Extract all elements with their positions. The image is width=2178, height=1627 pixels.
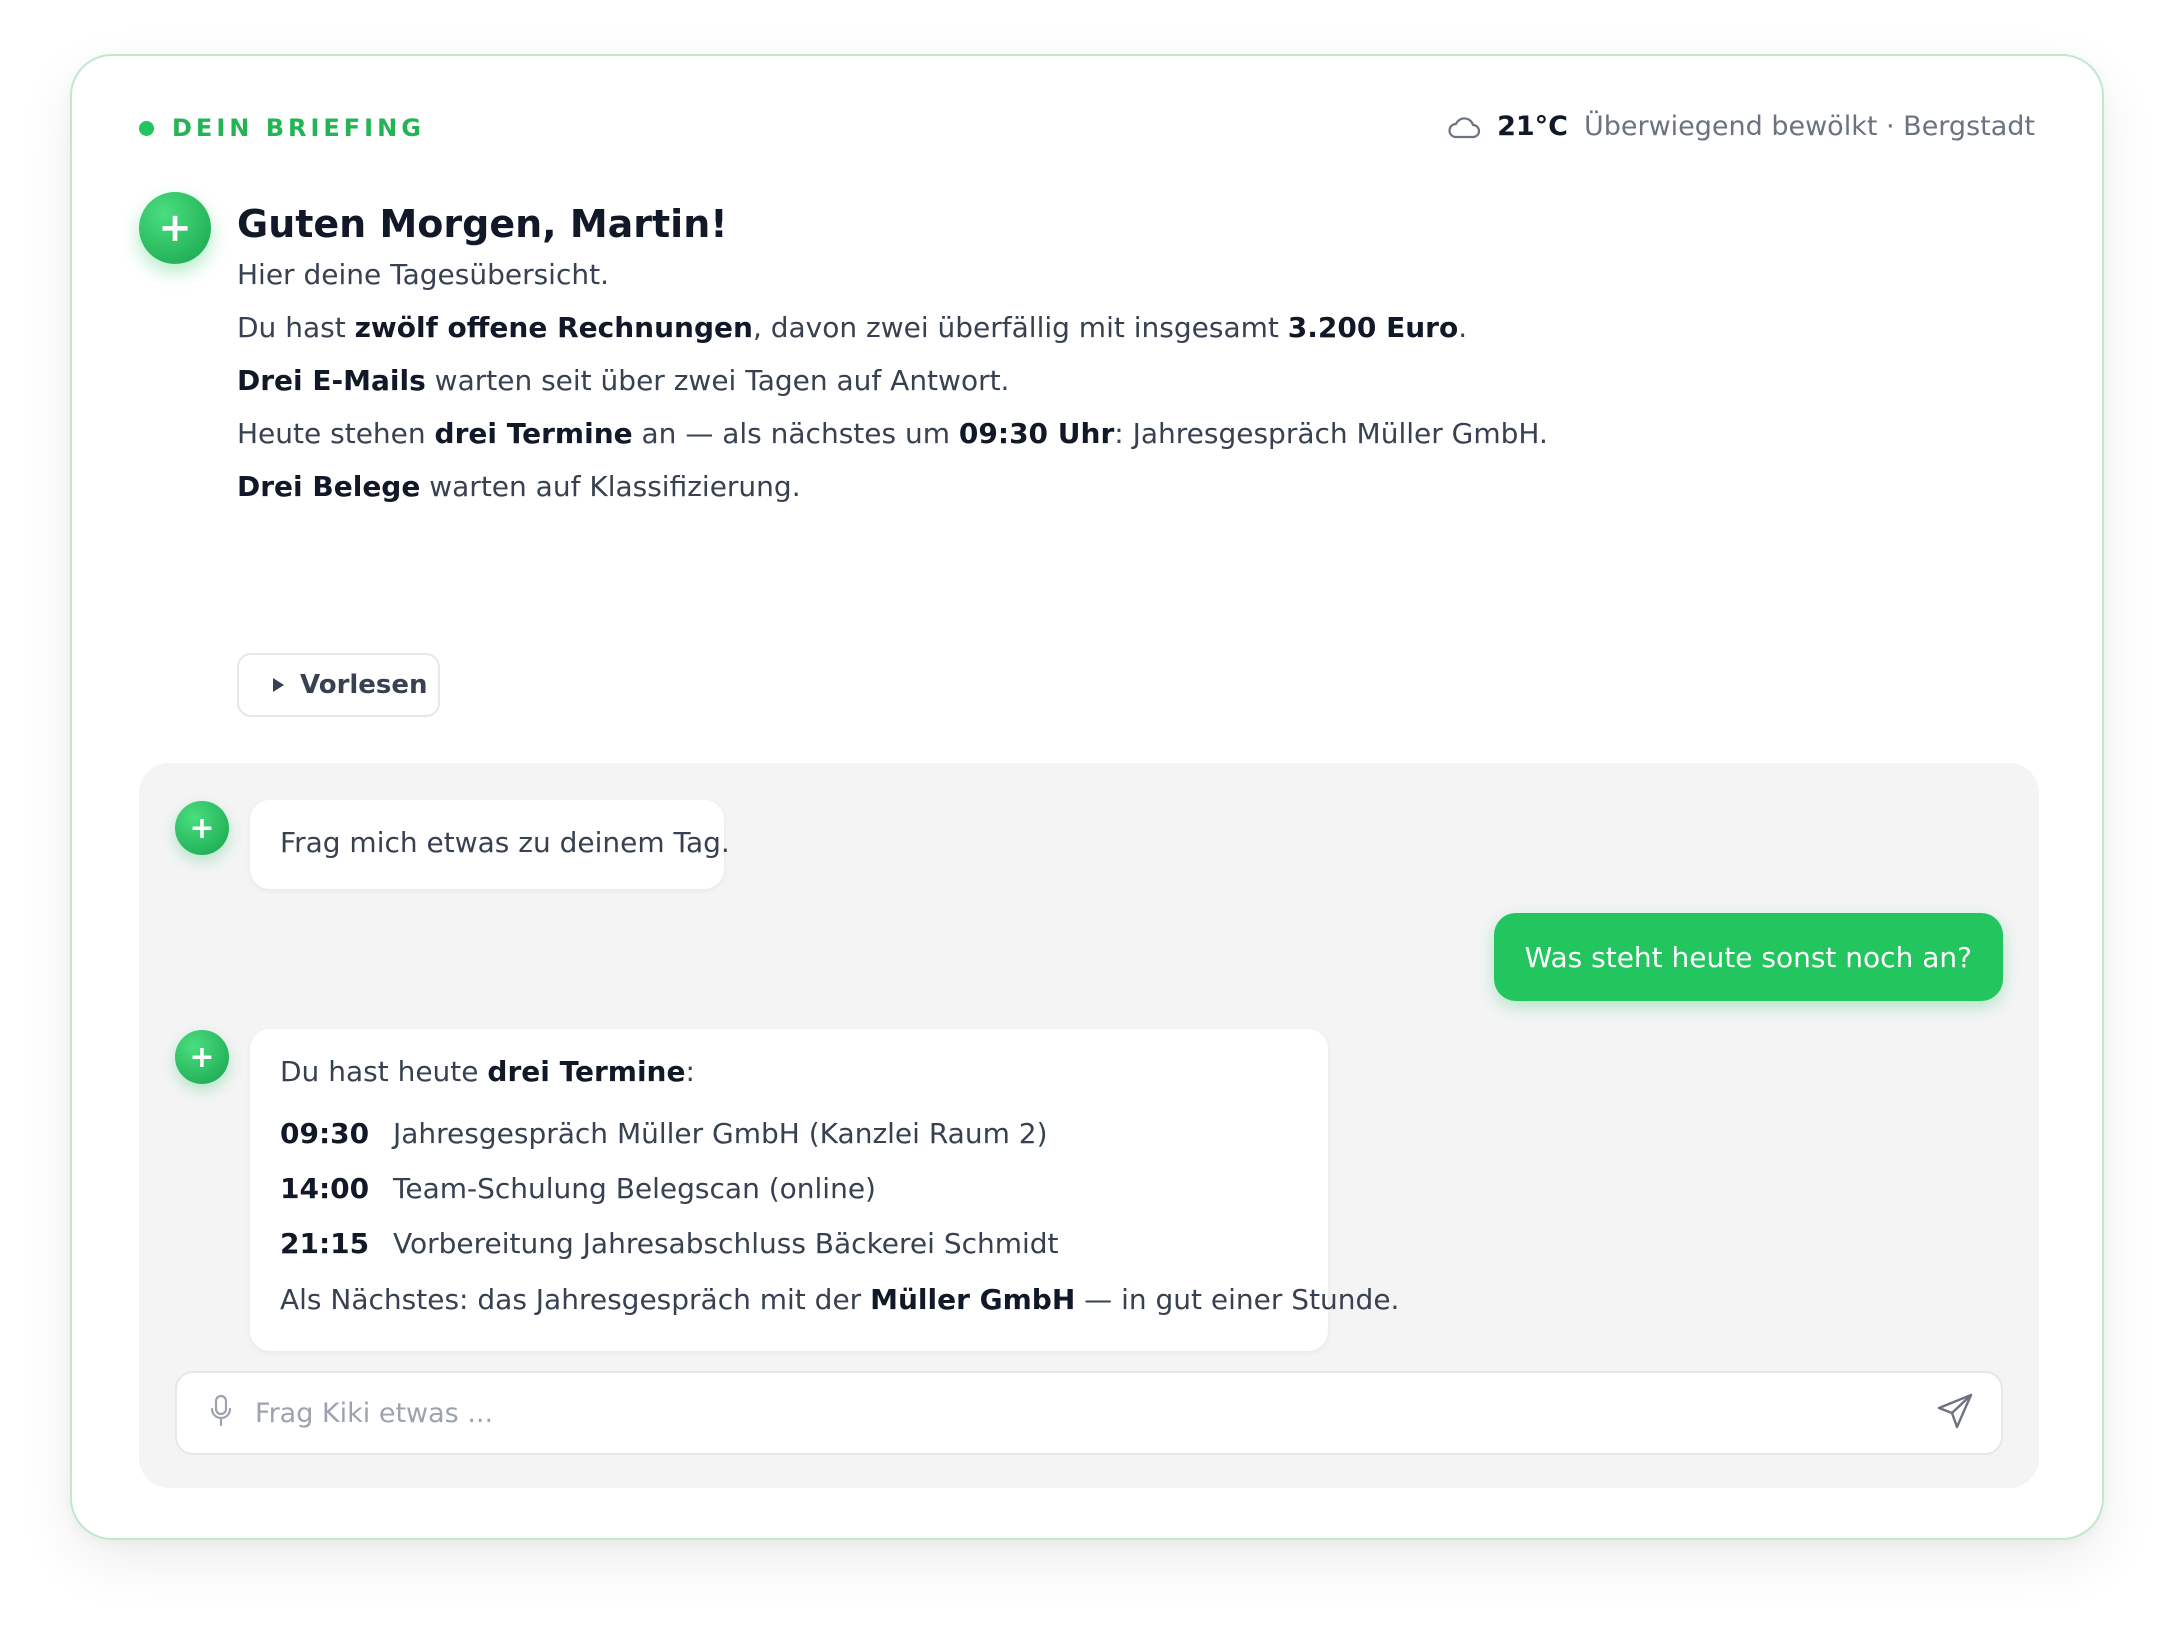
text: Du hast [237, 311, 355, 344]
appointment-item: 14:00 Team-Schulung Belegscan (online) [280, 1161, 1298, 1216]
plus-icon: + [189, 1039, 215, 1075]
text: — in gut einer Stunde. [1075, 1283, 1400, 1316]
invoices-summary: Du hast zwölf offene Rechnungen, davon z… [237, 311, 1467, 344]
greeting-title: Guten Morgen, Martin! [237, 202, 728, 246]
chat-panel: + Frag mich etwas zu deinem Tag. Was ste… [139, 763, 2039, 1488]
plus-icon: + [158, 205, 192, 251]
appointment-count: drei Termine [487, 1055, 686, 1088]
chat-input-bar [175, 1371, 2003, 1455]
microphone-icon[interactable] [209, 1394, 233, 1432]
briefing-label-text: DEIN BRIEFING [172, 114, 425, 142]
appointment-title: Vorbereitung Jahresabschluss Bäckerei Sc… [393, 1227, 1059, 1260]
text: Heute stehen [237, 417, 435, 450]
email-count: Drei E-Mails [237, 364, 426, 397]
text: , davon zwei überfällig mit insgesamt [752, 311, 1288, 344]
appointment-time: 09:30 [280, 1117, 370, 1150]
text: Als Nächstes: das Jahresgespräch mit der [280, 1283, 871, 1316]
weather-widget: 21°C Überwiegend bewölkt · Bergstadt [1447, 111, 2035, 142]
weather-description: Überwiegend bewölkt · Bergstadt [1583, 111, 2035, 142]
assistant-avatar: + [175, 801, 229, 855]
text: warten auf Klassifizierung. [420, 470, 801, 503]
receipt-count: Drei Belege [237, 470, 421, 503]
overdue-amount: 3.200 Euro [1287, 311, 1459, 344]
text: an — als nächstes um [632, 417, 959, 450]
send-icon[interactable] [1935, 1391, 1975, 1435]
receipts-summary: Drei Belege warten auf Klassifizierung. [237, 470, 801, 503]
appointment-list: 09:30 Jahresgespräch Müller GmbH (Kanzle… [280, 1106, 1298, 1271]
emails-summary: Drei E-Mails warten seit über zwei Tagen… [237, 364, 1009, 397]
play-icon [273, 678, 284, 692]
assistant-avatar: + [175, 1030, 229, 1084]
appointments-summary: Heute stehen drei Termine an — als nächs… [237, 417, 1548, 450]
text: warten seit über zwei Tagen auf Antwort. [425, 364, 1010, 397]
assistant-avatar: + [139, 192, 211, 264]
greeting-intro: Hier deine Tagesübersicht. [237, 258, 609, 291]
appointments-outro: Als Nächstes: das Jahresgespräch mit der… [280, 1283, 1399, 1316]
status-dot [139, 120, 154, 136]
read-aloud-button[interactable]: Vorlesen [237, 653, 440, 717]
appointment-title: Jahresgespräch Müller GmbH (Kanzlei Raum… [393, 1117, 1048, 1150]
next-appointment-time: 09:30 Uhr [958, 417, 1115, 450]
appointments-intro: Du hast heute drei Termine: [280, 1055, 1298, 1088]
appointment-item: 09:30 Jahresgespräch Müller GmbH (Kanzle… [280, 1106, 1298, 1161]
invoice-count: zwölf offene Rechnungen [354, 311, 753, 344]
cloud-icon [1447, 113, 1481, 141]
appointment-item: 21:15 Vorbereitung Jahresabschluss Bäcke… [280, 1216, 1298, 1271]
appointment-time: 21:15 [280, 1227, 370, 1260]
text: Du hast heute [280, 1055, 488, 1088]
briefing-label: DEIN BRIEFING [139, 114, 425, 142]
assistant-message: Du hast heute drei Termine: 09:30 Jahres… [250, 1029, 1399, 1351]
assistant-message: Frag mich etwas zu deinem Tag. [250, 800, 730, 889]
text: : [685, 1055, 695, 1088]
briefing-card: DEIN BRIEFING 21°C Überwiegend bewölkt ·… [70, 54, 2104, 1540]
appointment-title: Team-Schulung Belegscan (online) [393, 1172, 876, 1205]
text: : Jahresgespräch Müller GmbH. [1114, 417, 1548, 450]
appointment-count: drei Termine [434, 417, 633, 450]
weather-temperature: 21°C [1497, 111, 1568, 142]
text: . [1458, 311, 1468, 344]
client-name: Müller GmbH [870, 1283, 1076, 1316]
chat-input[interactable] [253, 1396, 1935, 1430]
read-aloud-label: Vorlesen [300, 670, 428, 700]
user-message: Was steht heute sonst noch an? [1493, 913, 2003, 1001]
appointment-time: 14:00 [280, 1172, 370, 1205]
plus-icon: + [189, 810, 215, 846]
